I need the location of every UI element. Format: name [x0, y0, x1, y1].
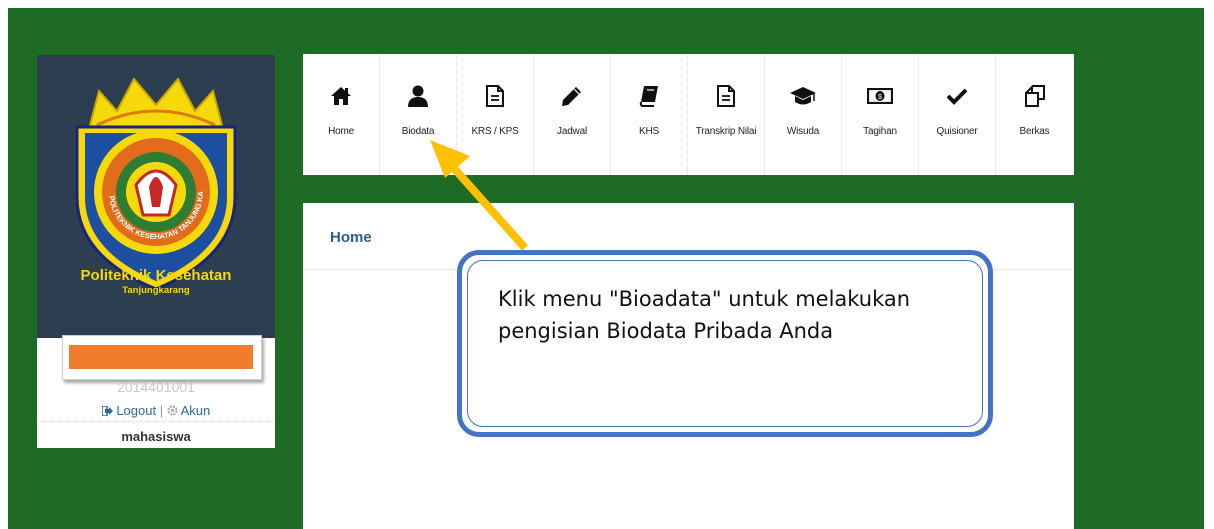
menu-item-berkas[interactable]: Berkas — [996, 54, 1073, 175]
account-link[interactable]: Akun — [167, 403, 211, 418]
copy-icon — [1024, 85, 1045, 107]
profile-banner: POLITEKNIK KESEHATAN TANJUNG KARANG Poli… — [37, 55, 275, 338]
menu-item-khs[interactable]: KHS — [611, 54, 688, 175]
menu-label: Transkrip Nilai — [695, 126, 757, 137]
menu-label: Jadwal — [557, 126, 587, 137]
user-role: mahasiswa — [121, 429, 191, 444]
page-title: Home — [330, 229, 372, 246]
menu-item-home[interactable]: Home — [303, 54, 380, 175]
menu-item-tagihan[interactable]: $ Tagihan — [842, 54, 919, 175]
main-menu: Home Biodata KRS / KPS Jadwal KHS Transk… — [303, 54, 1074, 175]
menu-label: KRS / KPS — [471, 126, 519, 137]
home-icon — [331, 87, 351, 105]
sign-out-icon — [100, 405, 113, 417]
student-name-box — [62, 335, 262, 380]
profile-card: POLITEKNIK KESEHATAN TANJUNG KARANG Poli… — [37, 55, 275, 448]
instruction-callout: Klik menu "Bioadata" untuk melakukan pen… — [457, 250, 993, 437]
pencil-icon — [562, 87, 581, 106]
logout-link[interactable]: Logout — [100, 403, 160, 418]
menu-item-transkrip-nilai[interactable]: Transkrip Nilai — [688, 54, 765, 175]
book-icon — [639, 86, 658, 107]
school-name: Politeknik Kesehatan — [80, 267, 232, 284]
account-links: Logout | Akun — [37, 403, 275, 418]
student-id: 2014401001 — [117, 379, 195, 395]
menu-item-wisuda[interactable]: Wisuda — [765, 54, 842, 175]
profile-divider — [37, 421, 275, 422]
menu-label: KHS — [639, 126, 659, 137]
gear-icon — [167, 405, 178, 416]
document-icon — [717, 85, 735, 107]
menu-item-quisioner[interactable]: Quisioner — [919, 54, 996, 175]
money-icon: $ — [867, 88, 893, 104]
school-logo: POLITEKNIK KESEHATAN TANJUNG KARANG — [59, 67, 237, 291]
callout-text: Klik menu "Bioadata" untuk melakukan pen… — [498, 287, 911, 343]
school-city: Tanjungkarang — [122, 285, 190, 296]
account-label: Akun — [180, 403, 211, 418]
menu-label: Biodata — [401, 126, 435, 137]
menu-label: Quisioner — [936, 126, 978, 137]
user-icon — [408, 85, 428, 107]
menu-item-krs-kps[interactable]: KRS / KPS — [457, 54, 534, 175]
logout-label: Logout — [116, 403, 157, 418]
menu-item-biodata[interactable]: Biodata — [380, 54, 457, 175]
redacted-student-name — [69, 345, 253, 369]
check-icon — [946, 88, 968, 105]
link-separator: | — [159, 403, 164, 418]
menu-label: Home — [328, 126, 354, 137]
graduation-cap-icon — [790, 87, 816, 105]
svg-text:$: $ — [878, 94, 882, 101]
menu-label: Tagihan — [863, 126, 897, 137]
menu-item-jadwal[interactable]: Jadwal — [534, 54, 611, 175]
menu-label: Wisuda — [786, 126, 820, 137]
menu-label: Berkas — [1019, 126, 1050, 137]
document-icon — [486, 85, 504, 107]
